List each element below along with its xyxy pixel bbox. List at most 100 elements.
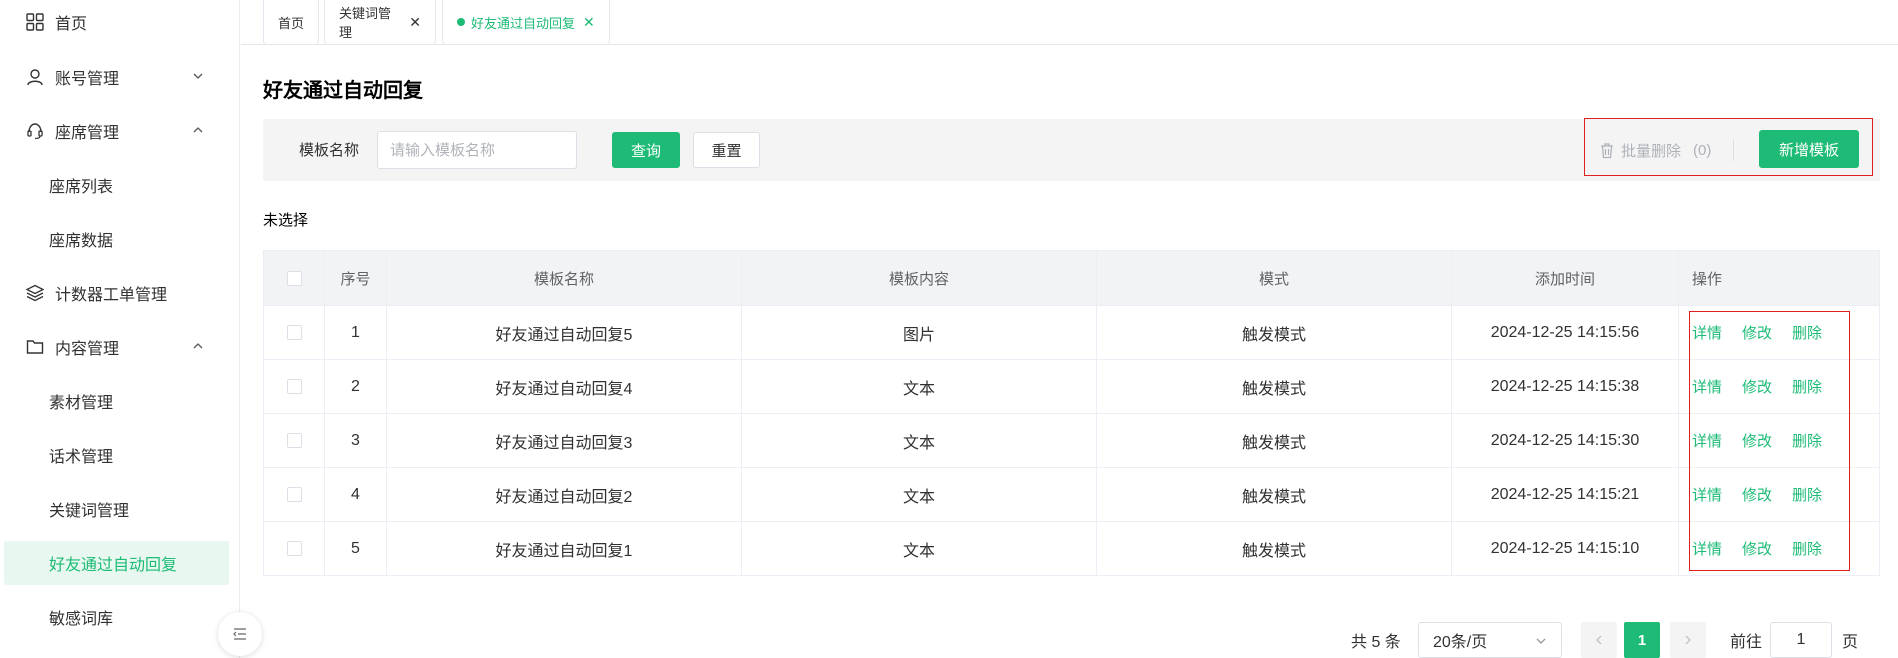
sidebar-item-label: 座席管理	[55, 125, 120, 142]
header-checkbox-cell	[264, 251, 325, 305]
tab-keywords[interactable]: 关键词管理 ✕	[324, 0, 436, 45]
table-row: 5 好友通过自动回复1 文本 触发模式 2024-12-25 14:15:10 详情 修改删…	[263, 522, 1880, 576]
goto-suffix: 页	[1842, 634, 1859, 651]
tab-friend-auto-reply[interactable]: 好友通过自动回复 ✕	[442, 0, 610, 45]
cell-index: 2	[325, 360, 387, 413]
table-row: 2 好友通过自动回复4 文本 触发模式 2024-12-25 14:15:38 详情 修改删…	[263, 360, 1880, 414]
folder-icon	[26, 340, 44, 354]
cell-index: 3	[325, 414, 387, 467]
prev-page-button[interactable]	[1581, 622, 1617, 658]
cell-index: 1	[325, 306, 387, 359]
sidebar-item-agents[interactable]: 座席管理	[0, 109, 240, 153]
cell-template-name: 好友通过自动回复3	[387, 414, 742, 467]
cell-template-name: 好友通过自动回复4	[387, 360, 742, 413]
cell-template-content: 文本	[742, 360, 1097, 413]
sidebar-collapse-button[interactable]	[218, 612, 262, 656]
highlight-box-toolbar	[1584, 118, 1873, 176]
cell-add-time: 2024-12-25 14:15:10	[1452, 522, 1679, 575]
sidebar-item-label: 账号管理	[55, 71, 120, 88]
tab-bar: 首页 关键词管理 ✕ 好友通过自动回复 ✕	[241, 0, 1898, 45]
goto-page-input[interactable]	[1770, 622, 1832, 658]
sidebar-item-keywords[interactable]: 关键词管理	[4, 487, 229, 531]
tab-label: 关键词管理	[339, 6, 392, 40]
chevron-up-icon	[193, 343, 203, 349]
header-actions: 操作	[1692, 270, 1723, 288]
close-icon[interactable]: ✕	[583, 14, 595, 31]
row-checkbox[interactable]	[286, 379, 302, 394]
close-icon[interactable]: ✕	[409, 14, 421, 31]
row-checkbox-cell	[264, 360, 325, 413]
sidebar-item-counter-orders[interactable]: 计数器工单管理	[0, 271, 240, 315]
next-page-button[interactable]	[1670, 622, 1706, 658]
table-row: 1 好友通过自动回复5 图片 触发模式 2024-12-25 14:15:56 详情 修改删…	[263, 306, 1880, 360]
cell-mode: 触发模式	[1097, 468, 1452, 521]
template-name-label: 模板名称	[299, 142, 360, 159]
active-dot-icon	[457, 18, 465, 26]
grid-icon	[26, 13, 44, 31]
chevron-down-icon	[1536, 638, 1546, 644]
sidebar-item-materials[interactable]: 素材管理	[4, 379, 229, 423]
sidebar-item-content[interactable]: 内容管理	[0, 325, 240, 369]
tab-label: 好友通过自动回复	[471, 15, 576, 31]
cell-mode: 触发模式	[1097, 360, 1452, 413]
cell-mode: 触发模式	[1097, 306, 1452, 359]
cell-template-content: 文本	[742, 522, 1097, 575]
cell-add-time: 2024-12-25 14:15:30	[1452, 414, 1679, 467]
cell-template-name: 好友通过自动回复2	[387, 468, 742, 521]
row-checkbox[interactable]	[286, 325, 302, 340]
sidebar-item-label: 计数器工单管理	[55, 287, 168, 304]
table-row: 4 好友通过自动回复2 文本 触发模式 2024-12-25 14:15:21 详情 修改删…	[263, 468, 1880, 522]
chevron-left-icon	[1596, 635, 1602, 645]
cell-add-time: 2024-12-25 14:15:21	[1452, 468, 1679, 521]
sidebar: 首页 账号管理 座席管理 座席列表 座席数据 计数器工单管理 内容管理 素材管理…	[0, 0, 240, 658]
chevron-down-icon	[193, 73, 203, 79]
cell-template-content: 文本	[742, 414, 1097, 467]
cell-add-time: 2024-12-25 14:15:38	[1452, 360, 1679, 413]
cell-template-name: 好友通过自动回复5	[387, 306, 742, 359]
goto-prefix: 前往	[1730, 634, 1763, 651]
sidebar-item-friend-auto-reply[interactable]: 好友通过自动回复	[4, 541, 229, 585]
tab-label: 首页	[278, 15, 305, 31]
sidebar-item-sensitive-words[interactable]: 敏感词库	[4, 595, 229, 639]
page-size-select[interactable]: 20条/页	[1418, 622, 1562, 658]
cell-add-time: 2024-12-25 14:15:56	[1452, 306, 1679, 359]
sidebar-item-agent-list[interactable]: 座席列表	[4, 163, 229, 207]
query-button[interactable]: 查询	[612, 132, 680, 168]
cell-template-content: 文本	[742, 468, 1097, 521]
cell-index: 4	[325, 468, 387, 521]
header-add-time: 添加时间	[1452, 251, 1679, 305]
highlight-box-actions	[1689, 311, 1850, 571]
row-checkbox-cell	[264, 414, 325, 467]
sidebar-item-agent-data[interactable]: 座席数据	[4, 217, 229, 261]
template-name-input[interactable]	[377, 131, 577, 169]
header-template-name: 模板名称	[387, 251, 742, 305]
chevron-right-icon	[1685, 635, 1691, 645]
cell-template-name: 好友通过自动回复1	[387, 522, 742, 575]
pagination-total: 共 5 条	[1351, 634, 1401, 651]
select-all-checkbox[interactable]	[286, 270, 302, 286]
collapse-menu-icon	[233, 628, 246, 640]
row-checkbox-cell	[264, 468, 325, 521]
layers-icon	[26, 284, 44, 302]
cell-mode: 触发模式	[1097, 414, 1452, 467]
page-title: 好友通过自动回复	[263, 80, 423, 102]
row-checkbox[interactable]	[286, 541, 302, 556]
sidebar-item-accounts[interactable]: 账号管理	[0, 55, 240, 99]
table-row: 3 好友通过自动回复3 文本 触发模式 2024-12-25 14:15:30 详情 修改删…	[263, 414, 1880, 468]
cell-template-content: 图片	[742, 306, 1097, 359]
header-index: 序号	[325, 251, 387, 305]
page-size-value: 20条/页	[1433, 634, 1488, 651]
reset-button[interactable]: 重置	[693, 132, 760, 168]
page-number-current[interactable]: 1	[1624, 622, 1660, 658]
tab-home[interactable]: 首页	[263, 0, 319, 45]
sidebar-item-home[interactable]: 首页	[0, 0, 240, 44]
row-checkbox[interactable]	[286, 433, 302, 448]
cell-mode: 触发模式	[1097, 522, 1452, 575]
row-checkbox[interactable]	[286, 487, 302, 502]
header-mode: 模式	[1097, 251, 1452, 305]
sidebar-item-scripts[interactable]: 话术管理	[4, 433, 229, 477]
chevron-up-icon	[193, 127, 203, 133]
headset-icon	[27, 123, 43, 140]
header-template-content: 模板内容	[742, 251, 1097, 305]
sidebar-item-label: 首页	[55, 16, 88, 33]
